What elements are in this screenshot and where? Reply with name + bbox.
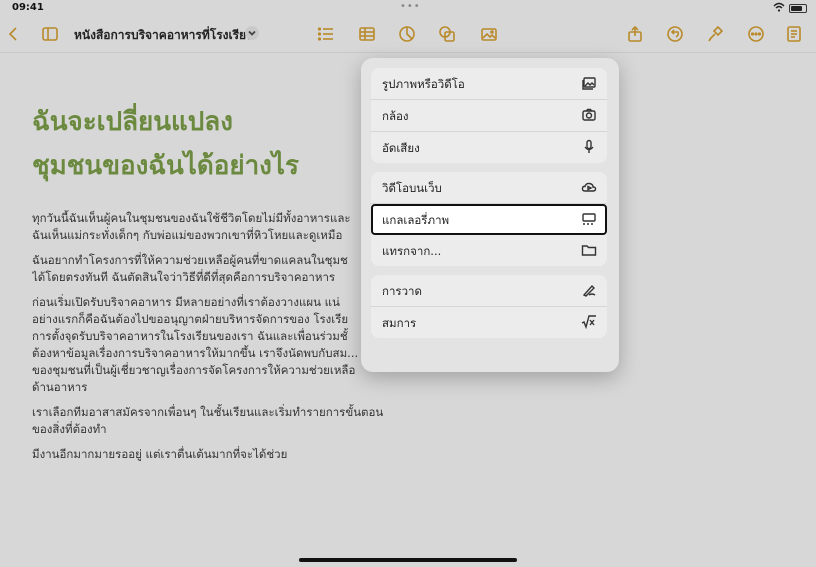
paragraph-3-line-1: ก่อนเริ่มเปิดรับบริจาคอาหาร มีหลายอย่างท… — [32, 295, 340, 309]
media-group-2: วิดีโอบนเว็บ แกลเลอรี่ภาพ แทรกจาก... — [371, 172, 607, 266]
paragraph-3-line-3: การตั้งจุดรับบริจาคอาหารในโรงเรียนของเรา… — [32, 329, 348, 343]
paragraph-2[interactable]: ฉันอยากทำโครงการที่ให้ความช่วยเหลือผู้คน… — [32, 252, 392, 286]
media-group-3: การวาด สมการ — [371, 275, 607, 338]
document-body[interactable]: ฉันจะเปลี่ยนแปลง ชุมชนของฉันได้อย่างไร ท… — [32, 100, 392, 463]
paragraph-3-line-4: ต้องหาข้อมูลเรื่องการบริจาคอาหารให้มากขึ… — [32, 346, 359, 360]
paragraph-5[interactable]: มีงานอีกมากมายรออยู่ แต่เราตื่นเต้นมากที… — [32, 446, 392, 463]
paragraph-4-line-2: ของสิ่งที่ต้องทำ — [32, 422, 107, 436]
toolbar: หนังสือการบริจาคอาหารที่โรงเรียน — [0, 16, 816, 52]
menu-item-label: รูปภาพหรือวิดีโอ — [382, 77, 465, 91]
paragraph-1-line-2: ฉันเห็นแม่กระทั่งเด็กๆ กับพ่อแม่ของพวกเข… — [32, 228, 343, 242]
cloud-video-icon — [581, 179, 597, 195]
media-group-1: รูปภาพหรือวิดีโอ กล้อง อัดเสียง — [371, 68, 607, 163]
heading-line-1: ฉันจะเปลี่ยนแปลง — [32, 107, 233, 137]
paragraph-2-line-1: ฉันอยากทำโครงการที่ให้ความช่วยเหลือผู้คน… — [32, 253, 348, 267]
image-gallery-icon — [581, 211, 597, 227]
menu-item-drawing[interactable]: การวาด — [371, 275, 607, 307]
paragraph-3-line-2: อย่างแรกก็คือฉันต้องไปขออนุญาตฝ่ายบริหาร… — [32, 312, 349, 326]
multitasking-dots-icon[interactable]: ••• — [400, 1, 421, 12]
menu-item-label: การวาด — [382, 284, 422, 298]
paragraph-4[interactable]: เราเลือกทีมอาสาสมัครจากเพื่อนๆ ในชั้นเรี… — [32, 404, 392, 438]
menu-item-label: อัดเสียง — [382, 141, 420, 155]
share-icon[interactable] — [625, 24, 645, 44]
back-chevron-icon[interactable] — [4, 24, 24, 44]
menu-item-camera[interactable]: กล้อง — [371, 100, 607, 132]
table-icon[interactable] — [357, 24, 377, 44]
paragraph-3-line-5: ของชุมชนที่เป็นผู้เชี่ยวชาญเรื่องการจัดโ… — [32, 363, 356, 377]
menu-item-label: วิดีโอบนเว็บ — [382, 181, 442, 195]
menu-item-insert-from[interactable]: แทรกจาก... — [371, 235, 607, 266]
menu-item-photo-video[interactable]: รูปภาพหรือวิดีโอ — [371, 68, 607, 100]
paragraph-3[interactable]: ก่อนเริ่มเปิดรับบริจาคอาหาร มีหลายอย่างท… — [32, 294, 392, 396]
paragraph-3-line-6: ด้านอาหาร — [32, 380, 88, 394]
square-root-icon — [581, 314, 597, 330]
battery-icon — [789, 4, 807, 13]
folder-icon — [581, 242, 597, 258]
menu-item-label: กล้อง — [382, 109, 409, 123]
menu-item-web-video[interactable]: วิดีโอบนเว็บ — [371, 172, 607, 204]
menu-item-equation[interactable]: สมการ — [371, 307, 607, 338]
chart-icon[interactable] — [397, 24, 417, 44]
document-setup-icon[interactable] — [784, 24, 804, 44]
photo-library-icon — [581, 75, 597, 91]
sidebar-toggle-icon[interactable] — [40, 24, 60, 44]
menu-item-record-audio[interactable]: อัดเสียง — [371, 132, 607, 163]
shapes-icon[interactable] — [437, 24, 457, 44]
media-popover: รูปภาพหรือวิดีโอ กล้อง อัดเสียง วิดีโอบน… — [361, 58, 619, 372]
format-brush-icon[interactable] — [705, 24, 725, 44]
more-options-icon[interactable] — [746, 24, 766, 44]
list-icon[interactable] — [316, 24, 336, 44]
document-title[interactable]: หนังสือการบริจาคอาหารที่โรงเรียน — [74, 26, 254, 45]
document-heading[interactable]: ฉันจะเปลี่ยนแปลง ชุมชนของฉันได้อย่างไร — [32, 100, 392, 188]
pencil-scribble-icon — [581, 282, 597, 298]
menu-item-label: แทรกจาก... — [382, 244, 442, 258]
status-time: 09:41 — [12, 2, 44, 13]
toolbar-divider — [0, 52, 816, 53]
microphone-icon — [581, 139, 597, 155]
undo-icon[interactable] — [665, 24, 685, 44]
home-indicator[interactable] — [299, 558, 517, 562]
status-bar: 09:41 ••• — [0, 0, 816, 16]
menu-item-label: แกลเลอรี่ภาพ — [382, 213, 450, 227]
paragraph-1[interactable]: ทุกวันนี้ฉันเห็นผู้คนในชุมชนของฉันใช้ชีว… — [32, 210, 392, 244]
wifi-icon — [773, 2, 785, 12]
menu-item-image-gallery[interactable]: แกลเลอรี่ภาพ — [371, 204, 607, 235]
media-icon[interactable] — [479, 24, 499, 44]
menu-item-label: สมการ — [382, 316, 417, 330]
camera-icon — [581, 107, 597, 123]
title-chevron-down-icon[interactable] — [245, 26, 259, 40]
paragraph-5-line-1: มีงานอีกมากมายรออยู่ แต่เราตื่นเต้นมากที… — [32, 447, 288, 461]
heading-line-2: ชุมชนของฉันได้อย่างไร — [32, 151, 299, 181]
paragraph-4-line-1: เราเลือกทีมอาสาสมัครจากเพื่อนๆ ในชั้นเรี… — [32, 405, 384, 419]
paragraph-2-line-2: ได้โดยตรงทันที ฉันตัดสินใจว่าวิธีที่ดีที… — [32, 270, 336, 284]
paragraph-1-line-1: ทุกวันนี้ฉันเห็นผู้คนในชุมชนของฉันใช้ชีว… — [32, 211, 351, 225]
